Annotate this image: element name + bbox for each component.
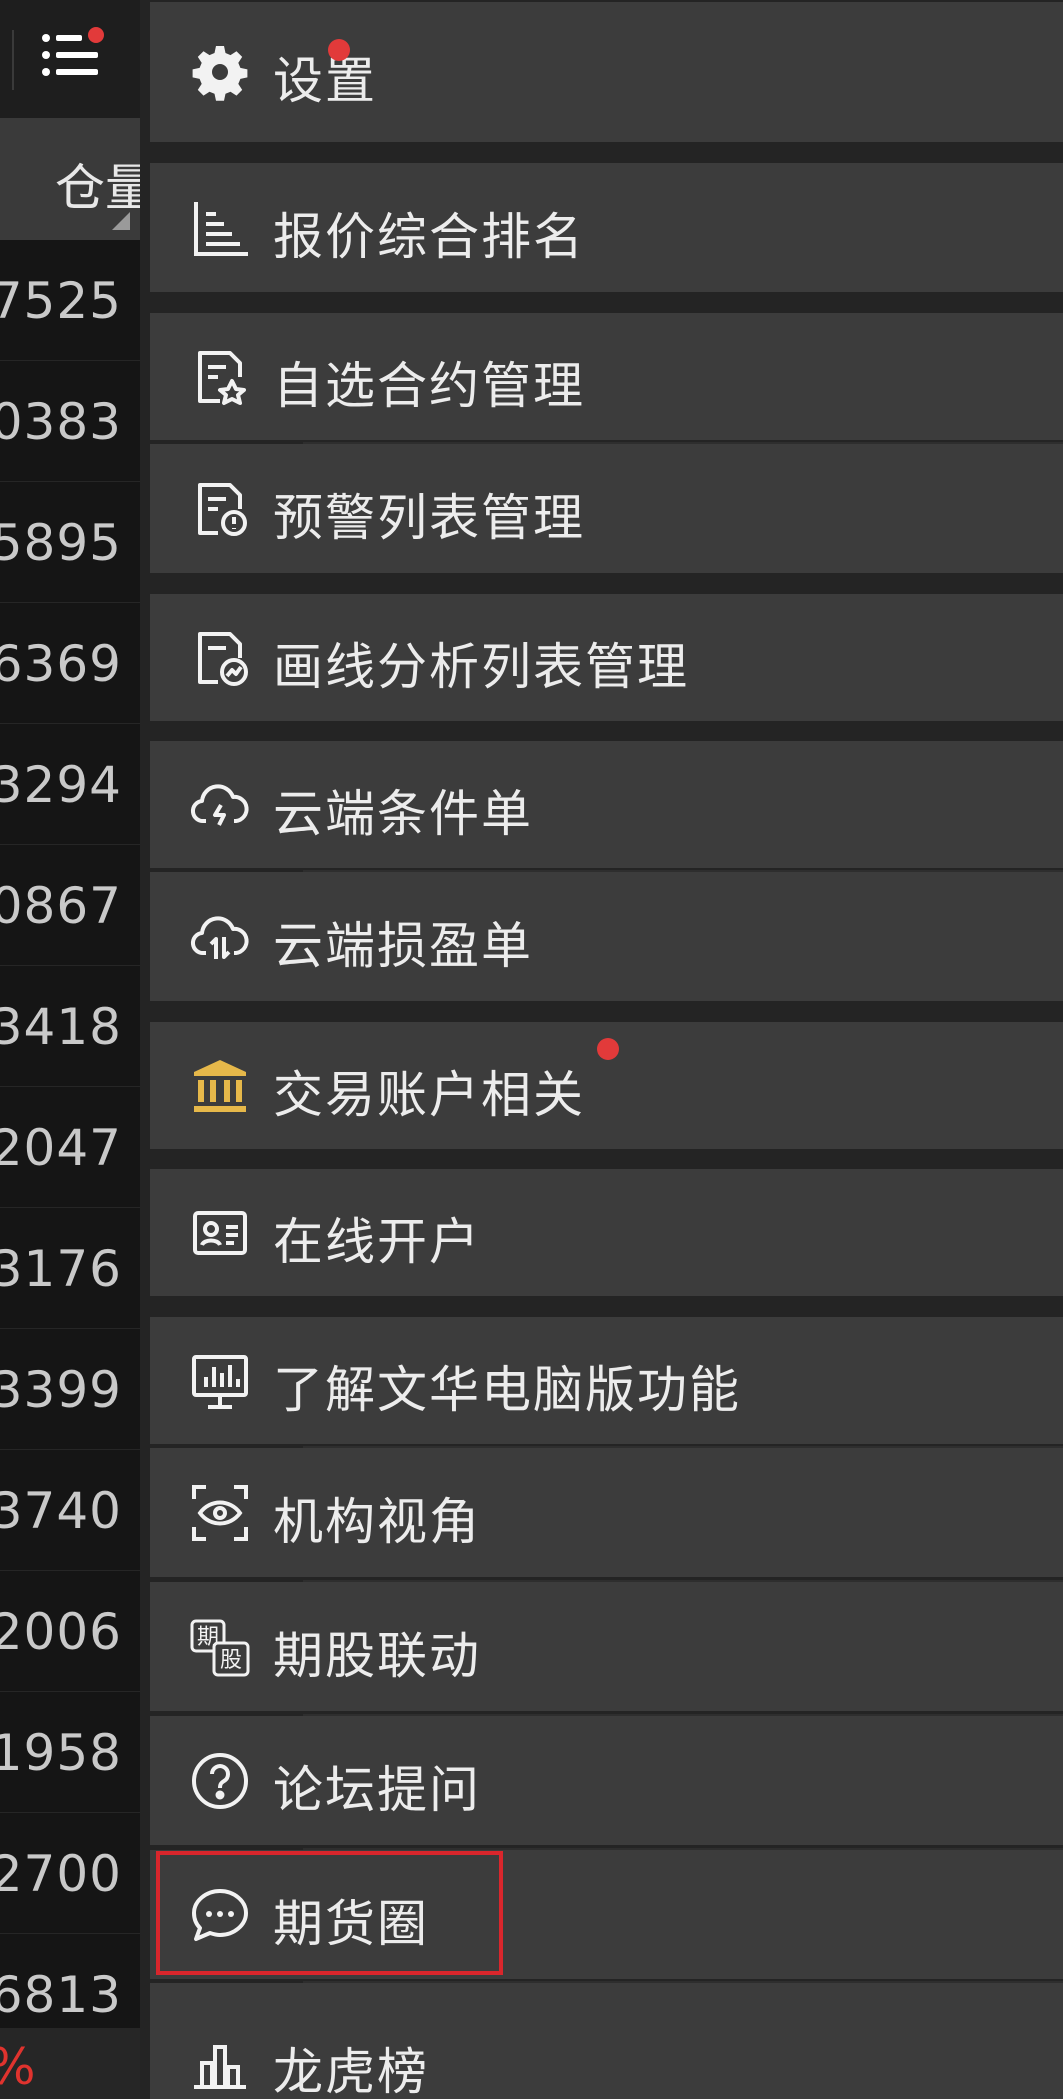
table-row[interactable]: 2700 <box>0 1813 140 1934</box>
menu-separator <box>303 1580 1063 1582</box>
ranking-list-icon <box>190 198 250 258</box>
menu-separator <box>303 1446 1063 1448</box>
question-icon <box>190 1751 250 1811</box>
menu-item-label: 交易账户相关 <box>273 1066 585 1124</box>
menu-item-institution-view[interactable]: 机构视角 <box>150 1448 1063 1577</box>
menu-separator <box>303 1981 1063 1983</box>
menu-item-label: 在线开户 <box>273 1213 481 1271</box>
row-value: 3418 <box>0 998 122 1056</box>
menu-item-label: 画线分析列表管理 <box>273 638 689 696</box>
menu-item-label: 预警列表管理 <box>273 489 585 547</box>
eye-scan-icon <box>190 1483 250 1543</box>
row-value: 1958 <box>0 1724 122 1782</box>
menu-item-drawing-analysis-management[interactable]: 画线分析列表管理 <box>150 594 1063 721</box>
topbar-divider <box>12 30 14 90</box>
cloud-transfer-icon <box>190 907 250 967</box>
menu-item-label: 云端损盈单 <box>273 917 533 975</box>
row-value: 6813 <box>0 1966 122 2024</box>
table-row[interactable]: 2047 <box>0 1087 140 1208</box>
menu-item-futures-stocks-linkage[interactable]: 期股期股联动 <box>150 1582 1063 1711</box>
table-row[interactable]: 1958 <box>0 1692 140 1813</box>
menu-item-online-account-opening[interactable]: 在线开户 <box>150 1169 1063 1296</box>
table-row[interactable]: 6369 <box>0 603 140 724</box>
row-value: 7525 <box>0 272 122 330</box>
value-list: 7525 0383 5895 6369 3294 0867 3418 2047 3176 3399… <box>0 240 140 2055</box>
table-row[interactable]: 3399 <box>0 1329 140 1450</box>
bottom-percent-text: % <box>0 2038 36 2096</box>
menu-item-alert-list-management[interactable]: 预警列表管理 <box>150 444 1063 573</box>
menu-item-cloud-stop-order[interactable]: 云端损盈单 <box>150 872 1063 1001</box>
row-value: 2700 <box>0 1845 122 1903</box>
menu-badge <box>88 27 104 43</box>
column-header-label: 仓量 <box>55 159 140 217</box>
quote-list-panel: 仓量 7525 0383 5895 6369 3294 0867 3418 2047 3176 3… <box>0 0 140 2099</box>
svg-text:股: 股 <box>220 1648 242 1673</box>
sort-indicator-icon <box>112 212 130 230</box>
menu-item-trading-account[interactable]: 交易账户相关 <box>150 1022 1063 1149</box>
menu-separator <box>303 442 1063 444</box>
monitor-chart-icon <box>190 1351 250 1411</box>
futures-stocks-icon: 期股 <box>190 1617 250 1677</box>
menu-item-settings[interactable]: 设置 <box>150 2 1063 142</box>
menu-item-forum-question[interactable]: 论坛提问 <box>150 1716 1063 1845</box>
row-value: 3740 <box>0 1482 122 1540</box>
table-row[interactable]: 7525 <box>0 240 140 361</box>
notification-badge <box>597 1038 619 1060</box>
table-row[interactable]: 0867 <box>0 845 140 966</box>
table-row[interactable]: 3176 <box>0 1208 140 1329</box>
row-value: 3399 <box>0 1361 122 1419</box>
notification-badge <box>328 39 350 61</box>
table-row[interactable]: 3294 <box>0 724 140 845</box>
menu-item-label: 报价综合排名 <box>273 208 585 266</box>
menu-item-futures-circle[interactable]: 期货圈 <box>150 1850 1063 1979</box>
menu-separator <box>303 1714 1063 1716</box>
row-value: 6369 <box>0 635 122 693</box>
alert-document-icon <box>190 479 250 539</box>
menu-item-label: 设置 <box>273 52 377 110</box>
column-header[interactable]: 仓量 <box>0 118 140 240</box>
left-bottom-bar: % <box>0 2028 140 2099</box>
menu-item-label: 自选合约管理 <box>273 357 585 415</box>
table-row[interactable]: 0383 <box>0 361 140 482</box>
row-value: 2006 <box>0 1603 122 1661</box>
menu-separator <box>303 1848 1063 1850</box>
left-topbar <box>0 0 140 118</box>
row-value: 5895 <box>0 514 122 572</box>
menu-item-cloud-condition-order[interactable]: 云端条件单 <box>150 741 1063 868</box>
row-value: 2047 <box>0 1119 122 1177</box>
side-drawer-menu: 设置报价综合排名 自选合约管理 预警列表管理画线分析列表管理 云端条件单云端损盈单交易… <box>140 0 1063 2099</box>
bar-chart-icon <box>190 2033 250 2093</box>
chat-bubble-icon <box>190 1885 250 1945</box>
table-row[interactable]: 2006 <box>0 1571 140 1692</box>
menu-item-watchlist-management[interactable]: 自选合约管理 <box>150 313 1063 440</box>
menu-item-label: 期股联动 <box>273 1627 481 1685</box>
menu-item-label: 机构视角 <box>273 1493 481 1551</box>
menu-item-label: 了解文华电脑版功能 <box>273 1361 741 1419</box>
gear-icon <box>190 42 250 102</box>
menu-item-label: 论坛提问 <box>273 1761 481 1819</box>
row-value: 3294 <box>0 756 122 814</box>
menu-list-icon[interactable] <box>40 26 104 84</box>
watchlist-document-icon <box>190 347 250 407</box>
table-row[interactable]: 5895 <box>0 482 140 603</box>
menu-item-quote-ranking[interactable]: 报价综合排名 <box>150 163 1063 292</box>
menu-separator <box>303 870 1063 872</box>
menu-item-label: 云端条件单 <box>273 785 533 843</box>
menu-item-label: 龙虎榜 <box>273 2043 429 2099</box>
table-row[interactable]: 3740 <box>0 1450 140 1571</box>
row-value: 0383 <box>0 393 122 451</box>
id-card-icon <box>190 1203 250 1263</box>
menu-item-desktop-version-features[interactable]: 了解文华电脑版功能 <box>150 1317 1063 1444</box>
cloud-lightning-icon <box>190 775 250 835</box>
menu-item-label: 期货圈 <box>273 1895 429 1953</box>
row-value: 0867 <box>0 877 122 935</box>
row-value: 3176 <box>0 1240 122 1298</box>
menu-item-dragon-tiger-list[interactable]: 龙虎榜 <box>150 1983 1063 2099</box>
bank-icon <box>190 1056 250 1116</box>
chart-document-icon <box>190 628 250 688</box>
table-row[interactable]: 3418 <box>0 966 140 1087</box>
